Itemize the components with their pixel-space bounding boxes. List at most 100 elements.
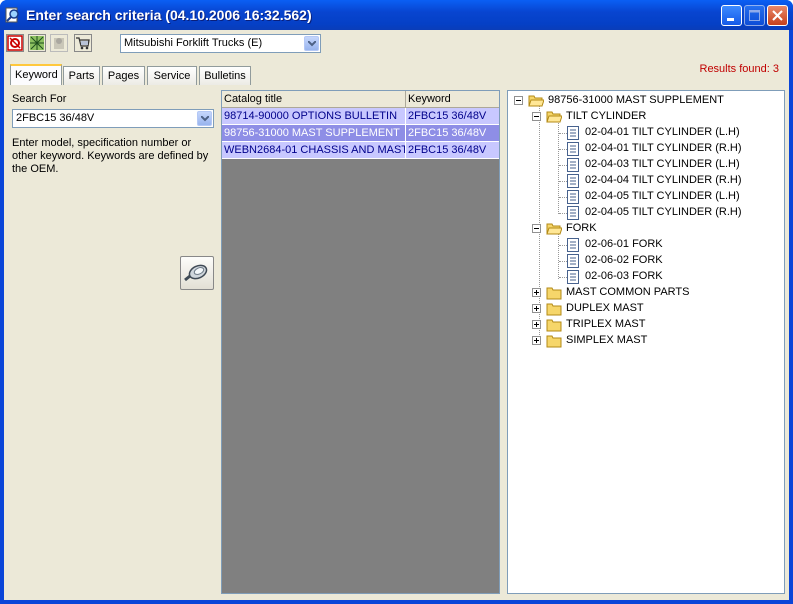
tree-leaf[interactable]: 02-04-05 TILT CYLINDER (L.H) (566, 189, 776, 205)
chevron-down-icon (307, 41, 316, 47)
disabled-tool-button (50, 34, 68, 52)
vendor-select-value: Mitsubishi Forklift Trucks (E) (124, 37, 263, 49)
tree-leaf[interactable]: 02-04-05 TILT CYLINDER (R.H) (566, 205, 776, 221)
tree-leaf-label: 02-06-01 FORK (585, 238, 663, 250)
cell-catalog-title: 98756-31000 MAST SUPPLEMENT (222, 125, 406, 142)
shopping-cart-icon (76, 37, 90, 50)
document-icon (567, 158, 579, 172)
tree-leaf[interactable]: 02-06-02 FORK (566, 253, 776, 269)
cell-catalog-title: WEBN2684-01 CHASSIS AND MAST (222, 142, 406, 159)
tree-leaf-label: 02-04-05 TILT CYLINDER (L.H) (585, 190, 740, 202)
shopping-cart-button[interactable] (74, 34, 92, 52)
tree-leaf[interactable]: 02-06-03 FORK (566, 269, 776, 285)
document-icon (567, 270, 579, 284)
catalog-grid: Catalog title Keyword 98714-90000 OPTION… (221, 90, 500, 594)
disabled-tool-icon (54, 38, 64, 49)
tree-leaf-label: 02-06-03 FORK (585, 270, 663, 282)
folder-icon (546, 319, 562, 332)
folder-icon (546, 303, 562, 316)
document-icon (567, 174, 579, 188)
cell-keyword: 2FBC15 36/48V (406, 142, 499, 159)
table-row[interactable]: WEBN2684-01 CHASSIS AND MAST 2FBC15 36/4… (222, 142, 499, 159)
tree-node-mast-common-parts[interactable]: MAST COMMON PARTS (530, 285, 780, 301)
close-icon (772, 10, 783, 21)
app-window: Enter search criteria (04.10.2006 16:32.… (0, 0, 793, 604)
collapse-icon[interactable] (532, 112, 541, 121)
tree-leaf[interactable]: 02-04-04 TILT CYLINDER (R.H) (566, 173, 776, 189)
expand-icon[interactable] (532, 320, 541, 329)
app-search-icon (5, 7, 19, 23)
tree-root[interactable]: 98756-31000 MAST SUPPLEMENT (512, 93, 782, 109)
column-header-catalog-title[interactable]: Catalog title (222, 91, 406, 108)
red-circle-button[interactable] (6, 34, 24, 52)
minimize-button[interactable] (721, 5, 742, 26)
folder-icon (546, 287, 562, 300)
collapse-icon[interactable] (532, 224, 541, 233)
close-button[interactable] (767, 5, 788, 26)
tree-node-label: TILT CYLINDER (566, 110, 647, 122)
search-input-value: 2FBC15 36/48V (16, 112, 95, 124)
column-header-keyword[interactable]: Keyword (406, 91, 499, 108)
tree-node-triplex-mast[interactable]: TRIPLEX MAST (530, 317, 780, 333)
tree-leaf[interactable]: 02-04-03 TILT CYLINDER (L.H) (566, 157, 776, 173)
cell-keyword: 2FBC15 36/48V (406, 108, 499, 125)
tab-pages[interactable]: Pages (102, 66, 145, 85)
tree-node-label: FORK (566, 222, 597, 234)
title-bar[interactable]: Enter search criteria (04.10.2006 16:32.… (0, 0, 793, 30)
tab-keyword[interactable]: Keyword (10, 64, 62, 85)
table-row-selected[interactable]: 98756-31000 MAST SUPPLEMENT 2FBC15 36/48… (222, 125, 499, 142)
folder-open-icon (546, 223, 562, 235)
vendor-select[interactable]: Mitsubishi Forklift Trucks (E) (120, 34, 321, 53)
tree-node-fork[interactable]: FORK (530, 221, 780, 237)
table-row[interactable]: 98714-90000 OPTIONS BULLETIN 2FBC15 36/4… (222, 108, 499, 125)
catalog-tree: 98756-31000 MAST SUPPLEMENT TILT CYLINDE… (507, 90, 785, 594)
folder-open-icon (546, 111, 562, 123)
network-icon (30, 36, 44, 50)
document-icon (567, 206, 579, 220)
client-area: Mitsubishi Forklift Trucks (E) Keyword P… (4, 30, 789, 600)
document-icon (567, 238, 579, 252)
tree-root-label: 98756-31000 MAST SUPPLEMENT (548, 94, 724, 106)
collapse-icon[interactable] (514, 96, 523, 105)
window-title: Enter search criteria (04.10.2006 16:32.… (26, 7, 312, 23)
search-dropdown-button[interactable] (197, 111, 212, 126)
document-icon (567, 190, 579, 204)
expand-icon[interactable] (532, 288, 541, 297)
tree-node-duplex-mast[interactable]: DUPLEX MAST (530, 301, 780, 317)
tree-node-label: SIMPLEX MAST (566, 334, 648, 346)
results-count: Results found: 3 (699, 63, 780, 75)
tree-leaf-label: 02-04-01 TILT CYLINDER (L.H) (585, 126, 740, 138)
tree-leaf[interactable]: 02-06-01 FORK (566, 237, 776, 253)
tree-node-label: MAST COMMON PARTS (566, 286, 690, 298)
expand-icon[interactable] (532, 336, 541, 345)
tree-leaf[interactable]: 02-04-01 TILT CYLINDER (L.H) (566, 125, 776, 141)
tab-parts[interactable]: Parts (63, 66, 100, 85)
tree-leaf-label: 02-04-05 TILT CYLINDER (R.H) (585, 206, 742, 218)
maximize-button (744, 5, 765, 26)
tree-leaf-label: 02-04-04 TILT CYLINDER (R.H) (585, 174, 742, 186)
keyword-search-panel: Search For 2FBC15 36/48V Enter model, sp… (8, 86, 218, 594)
search-button[interactable] (180, 256, 214, 290)
tree-node-label: TRIPLEX MAST (566, 318, 646, 330)
tree-node-simplex-mast[interactable]: SIMPLEX MAST (530, 333, 780, 349)
red-circle-icon (7, 35, 23, 51)
expand-icon[interactable] (532, 304, 541, 313)
search-hint: Enter model, specification number or oth… (12, 137, 209, 175)
tree-node-tilt-cylinder[interactable]: TILT CYLINDER (530, 109, 780, 125)
tree-leaf-label: 02-06-02 FORK (585, 254, 663, 266)
tab-bulletins[interactable]: Bulletins (199, 66, 251, 85)
cell-keyword: 2FBC15 36/48V (406, 125, 499, 142)
tree-leaf[interactable]: 02-04-01 TILT CYLINDER (R.H) (566, 141, 776, 157)
tree-node-label: DUPLEX MAST (566, 302, 644, 314)
folder-icon (546, 335, 562, 348)
maximize-icon (749, 10, 760, 21)
tree-leaf-label: 02-04-01 TILT CYLINDER (R.H) (585, 142, 742, 154)
document-icon (567, 142, 579, 156)
tab-service[interactable]: Service (147, 66, 197, 85)
network-button[interactable] (28, 34, 46, 52)
vendor-select-dropdown-button[interactable] (304, 36, 319, 51)
chevron-down-icon (200, 116, 209, 122)
minimize-icon (727, 18, 734, 21)
document-icon (567, 126, 579, 140)
search-input[interactable]: 2FBC15 36/48V (12, 109, 214, 128)
